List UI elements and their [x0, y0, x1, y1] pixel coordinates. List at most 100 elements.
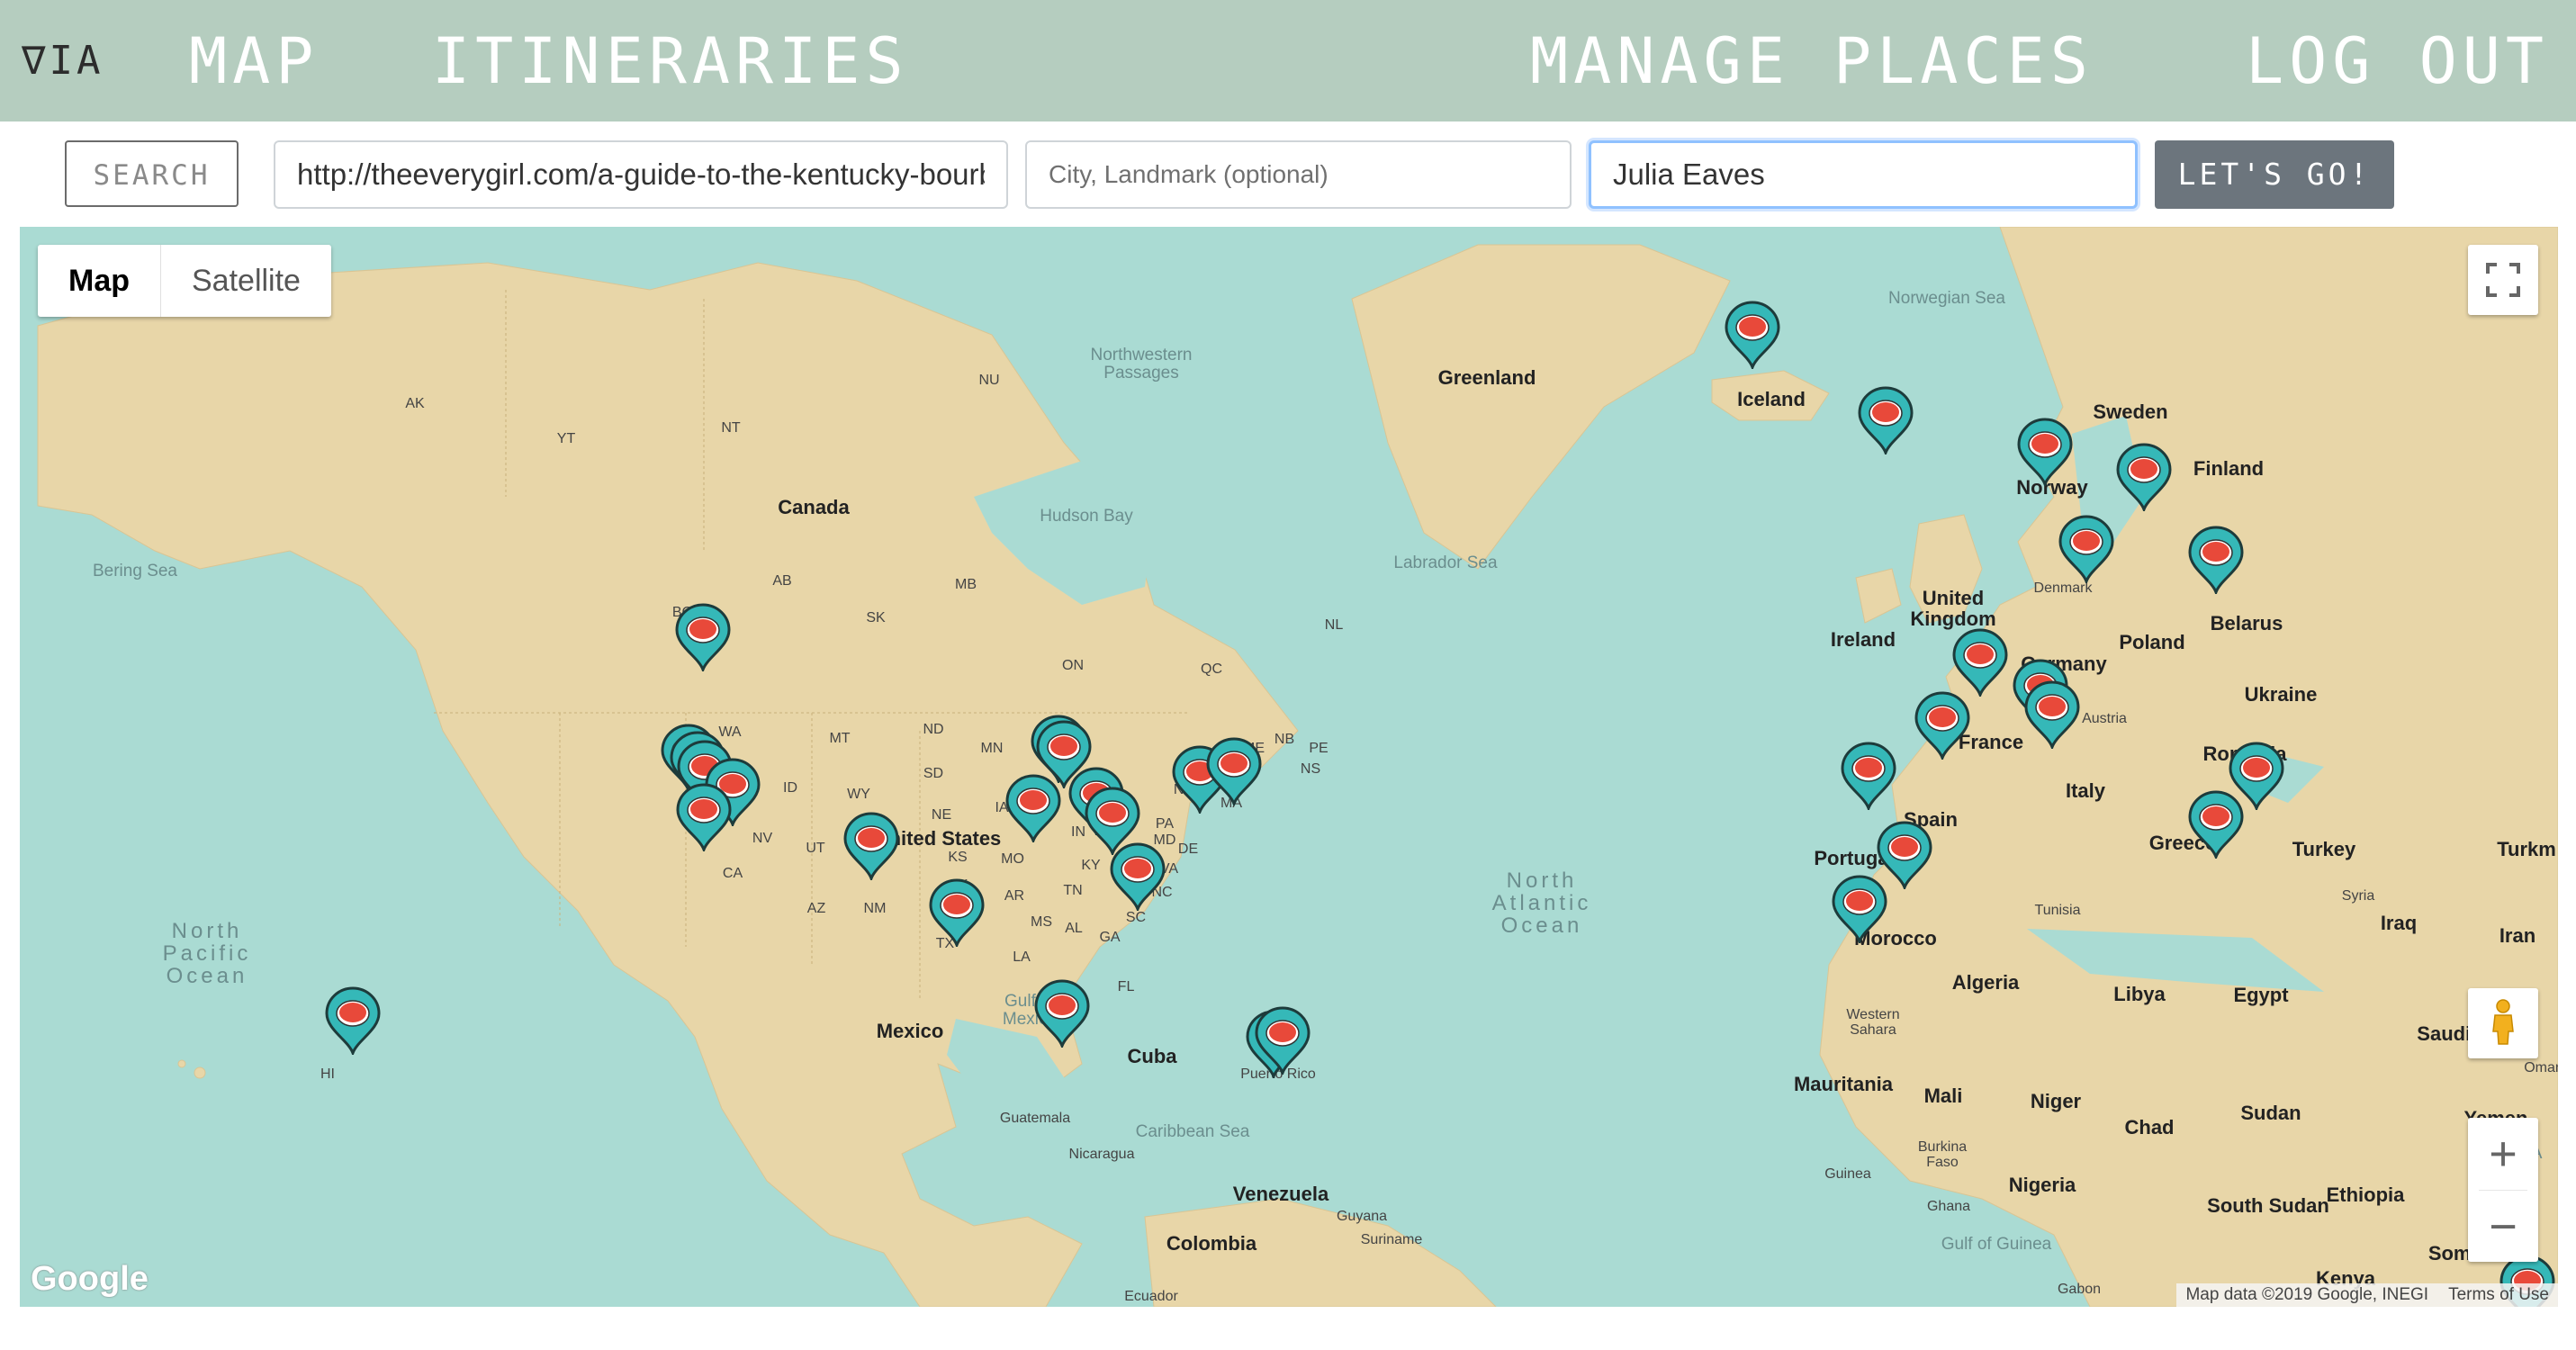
map-label-mauritania: Mauritania: [1793, 1073, 1894, 1095]
map-label-ks: KS: [948, 850, 968, 865]
map-label-iraq: Iraq: [2380, 912, 2418, 934]
map-label-belarus: Belarus: [2210, 612, 2283, 634]
map-label-wy: WY: [847, 787, 870, 802]
map-marker[interactable]: [1949, 628, 2012, 699]
map-marker[interactable]: [1837, 742, 1900, 813]
map-label-sd: SD: [923, 766, 944, 781]
map-marker[interactable]: [2112, 443, 2175, 514]
map-pin-icon: [2188, 526, 2244, 597]
terms-link[interactable]: Terms of Use: [2448, 1285, 2549, 1305]
map-pin-icon: [1858, 386, 1914, 457]
map-marker[interactable]: [1106, 842, 1169, 914]
map-label-ar: AR: [1004, 888, 1025, 904]
map-pin-icon: [675, 603, 731, 674]
nav-manage-places[interactable]: MANAGE PLACES: [1530, 25, 2094, 97]
map-label-bering-sea: Bering Sea: [92, 562, 178, 580]
map-pin-icon: [1255, 1006, 1311, 1077]
map-label-greenland: Greenland: [1437, 366, 1536, 389]
map-canvas[interactable]: Greenland Iceland Norwegian Sea Sweden Finla…: [20, 227, 2558, 1307]
nav-itineraries[interactable]: ITINERARIES: [432, 25, 909, 97]
map-label-nigeria: Nigeria: [2008, 1174, 2076, 1196]
map-label-italy: Italy: [2065, 779, 2106, 802]
map-label-gabon: Gabon: [2057, 1282, 2102, 1297]
map-label-ukraine: Ukraine: [2244, 683, 2318, 706]
map-marker[interactable]: [1031, 979, 1094, 1050]
fullscreen-button[interactable]: [2468, 245, 2538, 315]
map-marker[interactable]: [321, 986, 384, 1058]
map-label-libya: Libya: [2113, 983, 2166, 1005]
map-label-sc: SC: [1125, 910, 1147, 925]
lets-go-button[interactable]: LET'S GO!: [2155, 140, 2394, 209]
map-marker[interactable]: [1002, 774, 1065, 845]
search-button[interactable]: SEARCH: [65, 140, 239, 207]
map-label-ak: AK: [405, 396, 425, 411]
map-marker[interactable]: [2184, 790, 2247, 861]
map-type-satellite[interactable]: Satellite: [161, 245, 331, 317]
map-marker[interactable]: [925, 878, 988, 950]
map-pin-icon: [1952, 628, 2008, 699]
map-marker[interactable]: [2013, 418, 2076, 489]
map-label-cuba: Cuba: [1127, 1045, 1177, 1067]
nav-map[interactable]: MAP: [189, 25, 319, 97]
map-label-ky: KY: [1081, 858, 1101, 873]
map-pin-icon: [2024, 680, 2080, 752]
map-marker[interactable]: [1202, 737, 1265, 808]
map-pin-icon: [1005, 774, 1061, 845]
map-marker[interactable]: [1251, 1006, 1314, 1077]
map-label-nm: NM: [863, 901, 887, 916]
map-label-guatemala: Guatemala: [999, 1111, 1071, 1126]
map-pin-icon: [1110, 842, 1166, 914]
logo[interactable]: ∇IA: [22, 25, 104, 97]
map-label-qc: QC: [1201, 662, 1222, 677]
map-label-egypt: Egypt: [2233, 984, 2289, 1006]
map-label-la: LA: [1013, 950, 1031, 965]
map-label-nv: NV: [752, 831, 773, 846]
map-marker[interactable]: [672, 783, 735, 854]
map-label-al: AL: [1065, 921, 1083, 936]
map-pin-icon: [325, 986, 381, 1058]
map-type-control: Map Satellite: [38, 245, 331, 317]
map-marker[interactable]: [2021, 680, 2084, 752]
map-label-ut: UT: [806, 841, 825, 856]
map-marker[interactable]: [1911, 691, 1974, 762]
map-marker[interactable]: [2184, 526, 2247, 597]
map-label-nl: NL: [1324, 617, 1344, 633]
map-label-mb: MB: [955, 577, 977, 592]
map-label-ireland: Ireland: [1830, 628, 1896, 651]
map-label-ne: NE: [931, 807, 952, 823]
street-view-button[interactable]: [2468, 988, 2538, 1058]
map-marker[interactable]: [671, 603, 734, 674]
map-type-map[interactable]: Map: [38, 245, 161, 317]
attribution-text: Map data ©2019 Google, INEGI: [2185, 1285, 2429, 1304]
map-label-on: ON: [1062, 658, 1084, 673]
map-label-oman: Oman: [2524, 1060, 2558, 1076]
map-marker[interactable]: [2055, 515, 2118, 586]
map-label-gulf-guinea: Gulf of Guinea: [1941, 1235, 2052, 1254]
map-pin-icon: [1034, 979, 1090, 1050]
map-pin-icon: [843, 812, 899, 883]
map-marker[interactable]: [840, 812, 903, 883]
map-label-sk: SK: [866, 610, 886, 626]
map-label-ns: NS: [1300, 761, 1321, 777]
map-pin-icon: [1206, 737, 1262, 808]
map-label-tunisia: Tunisia: [2034, 903, 2081, 918]
zoom-out-button[interactable]: −: [2468, 1191, 2538, 1263]
city-landmark-input[interactable]: [1025, 140, 1572, 209]
map-label-mt: MT: [829, 731, 851, 746]
top-navbar: ∇IA MAP ITINERARIES MANAGE PLACES LOG OU…: [0, 0, 2576, 122]
map-label-mali: Mali: [1923, 1084, 1963, 1107]
map-marker[interactable]: [1828, 875, 1891, 946]
map-label-sudan: Sudan: [2240, 1102, 2301, 1124]
map-marker[interactable]: [1854, 386, 1917, 457]
map-pin-icon: [676, 783, 732, 854]
zoom-in-button[interactable]: +: [2468, 1118, 2538, 1190]
map-label-austria: Austria: [2082, 711, 2127, 726]
map-marker[interactable]: [1721, 301, 1784, 372]
map-label-ga: GA: [1099, 930, 1121, 945]
map-label-ecuador: Ecuador: [1124, 1289, 1178, 1304]
map-label-suriname: Suriname: [1360, 1232, 1423, 1247]
name-input[interactable]: [1589, 140, 2138, 209]
url-input[interactable]: [274, 140, 1008, 209]
map-label-labrador-sea: Labrador Sea: [1393, 554, 1498, 572]
nav-logout[interactable]: LOG OUT: [2246, 25, 2549, 97]
